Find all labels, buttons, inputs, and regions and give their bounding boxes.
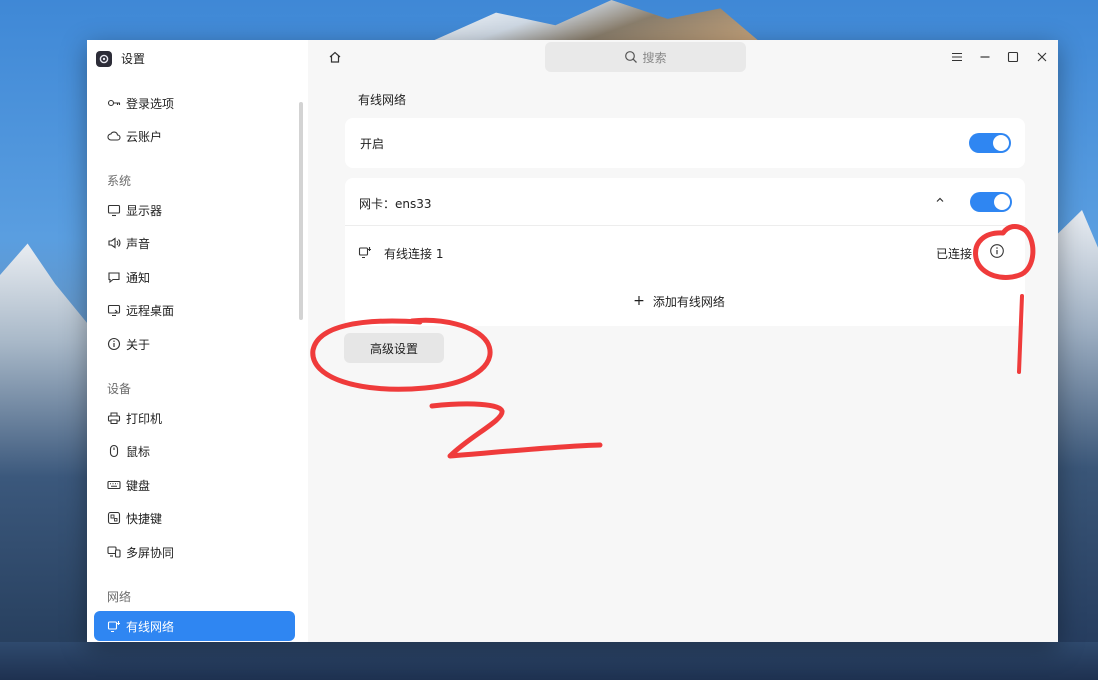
sidebar-item-label: 快捷键 xyxy=(126,511,163,526)
sidebar: 设置 登录选项 云账户 系统 显示器 声音 通知 远程桌面 关于 设备 打印机 … xyxy=(87,40,308,642)
search-placeholder: 搜索 xyxy=(642,50,667,65)
sidebar-item-remote-desktop[interactable]: 远程桌面 xyxy=(94,295,295,325)
mouse-icon xyxy=(107,444,121,458)
advanced-settings-button[interactable]: 高级设置 xyxy=(344,333,444,363)
sidebar-item-label: 鼠标 xyxy=(126,444,151,459)
plus-icon: + xyxy=(633,293,645,309)
printer-icon xyxy=(107,411,121,425)
sidebar-scrollbar[interactable] xyxy=(299,102,303,320)
add-wired-network-label: 添加有线网络 xyxy=(652,294,725,309)
sidebar-item-label: 有线网络 xyxy=(126,619,175,634)
search-icon xyxy=(624,50,638,64)
keyboard-icon xyxy=(107,478,121,492)
sidebar-item-label: 声音 xyxy=(126,236,151,251)
settings-window: 设置 登录选项 云账户 系统 显示器 声音 通知 远程桌面 关于 设备 打印机 … xyxy=(87,40,1058,642)
connection-status: 已连接 xyxy=(936,247,973,261)
sidebar-item-label: 打印机 xyxy=(126,411,163,426)
sidebar-item-label: 关于 xyxy=(126,337,151,352)
sidebar-item-printer[interactable]: 打印机 xyxy=(94,403,295,433)
minimize-icon xyxy=(980,56,990,58)
monitor-icon xyxy=(107,203,121,217)
wallpaper-mountain-peak xyxy=(430,0,760,42)
speaker-icon xyxy=(107,236,121,250)
adapter-toggle[interactable] xyxy=(970,192,1012,212)
connection-row[interactable]: 有线连接 1 已连接 xyxy=(345,227,1025,277)
chat-bubble-icon xyxy=(107,270,121,284)
search-input[interactable]: 搜索 xyxy=(545,42,746,72)
sidebar-item-cloud-account[interactable]: 云账户 xyxy=(94,121,295,151)
home-button[interactable] xyxy=(326,48,344,66)
sidebar-item-display[interactable]: 显示器 xyxy=(94,195,295,225)
settings-app-icon xyxy=(96,50,112,67)
enable-label: 开启 xyxy=(360,137,385,151)
info-icon xyxy=(107,337,121,351)
section-system: 系统 xyxy=(107,174,132,188)
sidebar-item-keyboard[interactable]: 键盘 xyxy=(94,470,295,500)
sidebar-item-label: 键盘 xyxy=(126,478,151,493)
close-button[interactable] xyxy=(1033,48,1051,66)
sidebar-item-label: 显示器 xyxy=(126,203,163,218)
wallpaper-mountain-right xyxy=(1058,210,1098,680)
menu-button[interactable] xyxy=(948,48,966,66)
collapse-button[interactable] xyxy=(933,193,947,207)
wired-connection-icon xyxy=(358,245,372,259)
maximize-icon xyxy=(1007,51,1019,63)
sidebar-item-multi-screen[interactable]: 多屏协同 xyxy=(94,537,295,567)
wired-network-icon xyxy=(107,619,121,633)
shortcut-icon xyxy=(107,511,121,525)
sidebar-item-notification[interactable]: 通知 xyxy=(94,262,295,292)
multi-screen-icon xyxy=(107,545,121,559)
wallpaper-mountain-left xyxy=(0,243,92,680)
sidebar-item-mouse[interactable]: 鼠标 xyxy=(94,436,295,466)
remote-desktop-icon xyxy=(107,303,121,317)
close-icon xyxy=(1037,52,1047,62)
section-device: 设备 xyxy=(107,382,132,396)
add-wired-network-button[interactable]: + 添加有线网络 xyxy=(345,277,1025,325)
sidebar-item-login-options[interactable]: 登录选项 xyxy=(94,88,295,118)
sidebar-item-wired-network[interactable]: 有线网络 xyxy=(94,611,295,641)
adapter-label: 网卡：ens33 xyxy=(359,197,432,211)
app-header: 设置 xyxy=(96,50,145,67)
maximize-button[interactable] xyxy=(1004,48,1022,66)
chevron-up-icon xyxy=(936,197,944,202)
wallpaper-ground xyxy=(0,642,1098,680)
sidebar-item-shortcuts[interactable]: 快捷键 xyxy=(94,503,295,533)
section-network: 网络 xyxy=(107,590,132,604)
cloud-icon xyxy=(107,129,121,143)
key-icon xyxy=(107,96,121,110)
connection-name: 有线连接 1 xyxy=(384,247,444,261)
connection-info-button[interactable] xyxy=(989,243,1005,259)
adapter-card: 网卡：ens33 有线连接 1 已连接 + 添加有线网络 xyxy=(345,178,1025,326)
enable-toggle[interactable] xyxy=(969,133,1011,153)
home-icon xyxy=(329,51,341,63)
page-title: 有线网络 xyxy=(358,93,407,107)
enable-card: 开启 xyxy=(345,118,1025,168)
adapter-row: 网卡：ens33 xyxy=(345,178,1025,226)
sidebar-item-label: 云账户 xyxy=(126,129,163,144)
app-title: 设置 xyxy=(121,52,146,66)
sidebar-item-label: 通知 xyxy=(126,270,151,285)
sidebar-item-label: 多屏协同 xyxy=(126,545,175,560)
sidebar-item-about[interactable]: 关于 xyxy=(94,329,295,359)
sidebar-item-label: 登录选项 xyxy=(126,96,175,111)
info-icon xyxy=(990,244,1004,258)
minimize-button[interactable] xyxy=(976,48,994,66)
sidebar-item-label: 远程桌面 xyxy=(126,303,175,318)
sidebar-item-sound[interactable]: 声音 xyxy=(94,228,295,258)
hamburger-menu-icon xyxy=(952,52,962,62)
